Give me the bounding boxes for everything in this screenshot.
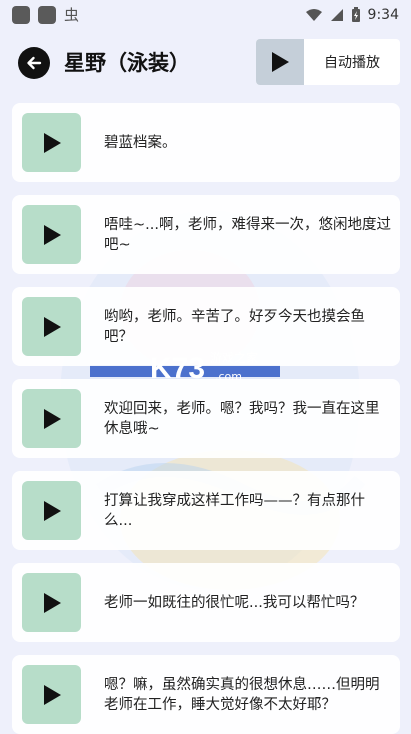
- play-icon: [43, 408, 61, 429]
- autoplay-button[interactable]: 自动播放: [256, 39, 400, 85]
- voice-play-button[interactable]: [22, 665, 81, 724]
- header: 星野（泳装） 自动播放: [0, 30, 411, 96]
- voice-play-button[interactable]: [22, 297, 81, 356]
- voice-line-text: 嗯？嘛，虽然确实真的很想休息……但明明老师在工作，睡大觉好像不太好耶？: [104, 676, 380, 713]
- play-icon: [43, 684, 61, 705]
- voice-line-text: 碧蓝档案。: [104, 134, 177, 151]
- autoplay-play-box[interactable]: [256, 39, 304, 85]
- voice-line-text: 唔哇~...啊，老师，难得来一次，悠闲地度过吧~: [104, 216, 391, 253]
- voice-line-card: 哟哟，老师。辛苦了。好歹今天也摸会鱼吧？: [12, 287, 400, 366]
- status-right: 9:34: [305, 7, 399, 23]
- status-left: 虫: [12, 6, 79, 24]
- voice-line-card: 碧蓝档案。: [12, 103, 400, 182]
- voice-play-button[interactable]: [22, 573, 81, 632]
- notification-icon: [38, 6, 56, 24]
- voice-play-button[interactable]: [22, 113, 81, 172]
- wifi-icon: [305, 9, 322, 21]
- battery-icon: [351, 7, 360, 22]
- notification-icon: [12, 6, 30, 24]
- voice-line-card: 欢迎回来，老师。嗯？我吗？我一直在这里休息哦~: [12, 379, 400, 458]
- voice-line-card: 唔哇~...啊，老师，难得来一次，悠闲地度过吧~: [12, 195, 400, 274]
- arrow-left-icon: [27, 56, 42, 70]
- play-icon: [43, 592, 61, 613]
- voice-line-card: 嗯？嘛，虽然确实真的很想休息……但明明老师在工作，睡大觉好像不太好耶？: [12, 655, 400, 734]
- play-icon: [43, 500, 61, 521]
- autoplay-label: 自动播放: [324, 55, 380, 71]
- voice-line-text: 打算让我穿成这样工作吗——？有点那什么...: [104, 492, 365, 529]
- back-button[interactable]: [18, 47, 50, 79]
- play-icon: [43, 132, 61, 153]
- play-icon: [272, 52, 289, 72]
- play-icon: [43, 316, 61, 337]
- voice-play-button[interactable]: [22, 205, 81, 264]
- voice-line-text: 哟哟，老师。辛苦了。好歹今天也摸会鱼吧？: [104, 308, 365, 345]
- voice-play-button[interactable]: [22, 389, 81, 448]
- status-bar: 虫 9:34: [0, 0, 411, 30]
- voice-line-text: 老师一如既往的很忙呢...我可以帮忙吗？: [104, 594, 365, 611]
- voice-play-button[interactable]: [22, 481, 81, 540]
- status-time: 9:34: [367, 7, 399, 23]
- voice-line-card: 打算让我穿成这样工作吗——？有点那什么...: [12, 471, 400, 550]
- voice-line-card: 老师一如既往的很忙呢...我可以帮忙吗？: [12, 563, 400, 642]
- voice-line-text: 欢迎回来，老师。嗯？我吗？我一直在这里休息哦~: [104, 400, 380, 437]
- page-title: 星野（泳装）: [64, 51, 190, 75]
- signal-icon: [330, 9, 343, 21]
- play-icon: [43, 224, 61, 245]
- app-notification-icon: 虫: [64, 6, 80, 24]
